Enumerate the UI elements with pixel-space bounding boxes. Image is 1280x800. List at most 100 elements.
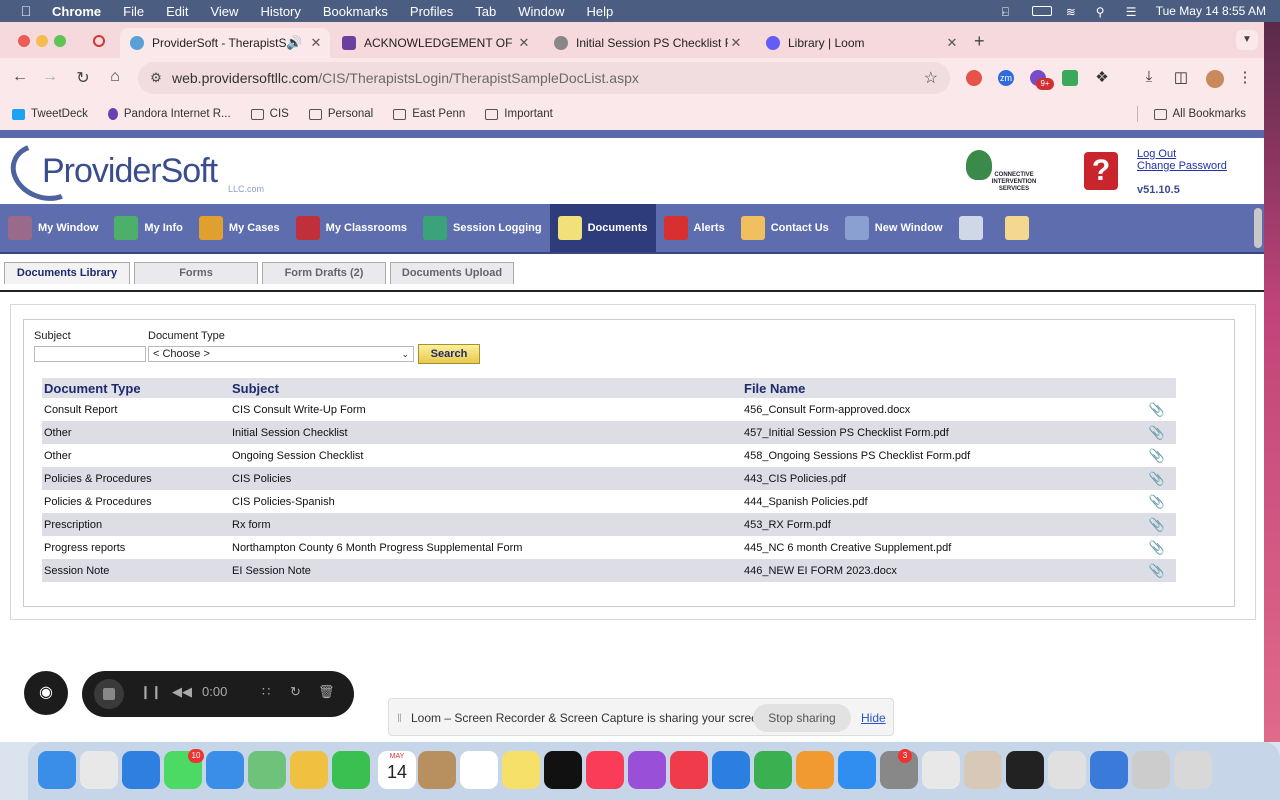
drag-handle-icon[interactable]: ∷: [262, 684, 270, 700]
app-store-app-icon[interactable]: [838, 751, 876, 789]
archive-app-icon[interactable]: [1048, 751, 1086, 789]
safari-app-icon[interactable]: [122, 751, 160, 789]
menubar-clock[interactable]: Tue May 14 8:55 AM: [1156, 4, 1266, 18]
file-name-cell[interactable]: 443_CIS Policies.pdf: [742, 467, 1136, 490]
home-icon[interactable]: ⌂: [105, 68, 125, 86]
tab-acknowledgement[interactable]: ACKNOWLEDGEMENT OF RE ✕: [332, 28, 538, 58]
mail-app-icon[interactable]: [206, 751, 244, 789]
nav-notes[interactable]: [997, 204, 1043, 252]
bookmark-pandora[interactable]: Pandora Internet R...: [107, 108, 231, 120]
maps-app-icon[interactable]: [248, 751, 286, 789]
tab-form-drafts[interactable]: Form Drafts (2): [262, 262, 386, 284]
page-scrollbar[interactable]: [1254, 208, 1262, 248]
side-panel-icon[interactable]: ◫: [1172, 68, 1190, 86]
menu-app-name[interactable]: Chrome: [52, 4, 101, 19]
file-name-cell[interactable]: 445_NC 6 month Creative Supplement.pdf: [742, 536, 1136, 559]
extensions-puzzle-icon[interactable]: ❖: [1093, 68, 1111, 86]
bookmark-tweetdeck[interactable]: TweetDeck: [12, 108, 88, 120]
nav-contact-us[interactable]: Contact Us: [733, 204, 837, 252]
stop-sharing-button[interactable]: Stop sharing: [753, 704, 851, 732]
rewind-icon[interactable]: ◀◀: [172, 684, 192, 700]
tab-audio-icon[interactable]: 🔊: [286, 35, 302, 51]
loom-stop-button[interactable]: [94, 679, 124, 709]
table-row[interactable]: Session Note EI Session Note 446_NEW EI FO…: [42, 559, 1176, 582]
nav-documents[interactable]: Documents: [549, 204, 656, 252]
table-row[interactable]: Consult Report CIS Consult Write-Up Form 4…: [42, 398, 1176, 421]
battery-icon[interactable]: [1031, 6, 1052, 16]
control-center-icon[interactable]: ☰: [1126, 5, 1142, 19]
paperclip-icon[interactable]: 📎: [1136, 421, 1176, 444]
bookmark-folder-east-penn[interactable]: East Penn: [393, 108, 465, 120]
music-app-icon[interactable]: [586, 751, 624, 789]
menu-bookmarks[interactable]: Bookmarks: [323, 4, 388, 19]
paperclip-icon[interactable]: 📎: [1136, 559, 1176, 582]
table-row[interactable]: Other Ongoing Session Checklist 458_Ongoin…: [42, 444, 1176, 467]
paperclip-icon[interactable]: 📎: [1136, 444, 1176, 467]
file-name-cell[interactable]: 456_Consult Form-approved.docx: [742, 398, 1136, 421]
nav-new-window[interactable]: New Window: [837, 204, 951, 252]
file-name-cell[interactable]: 458_Ongoing Sessions PS Checklist Form.p…: [742, 444, 1136, 467]
document-type-select[interactable]: < Choose > ⌄: [148, 346, 414, 362]
terminal-app-icon[interactable]: [1006, 751, 1044, 789]
paperclip-icon[interactable]: 📎: [1136, 536, 1176, 559]
logout-link[interactable]: Log Out: [1137, 148, 1227, 160]
menu-edit[interactable]: Edit: [166, 4, 188, 19]
address-bar[interactable]: ⚙ web.providersoftllc.com/CIS/Therapists…: [138, 62, 950, 94]
menu-window[interactable]: Window: [518, 4, 564, 19]
apple-tv-app-icon[interactable]: [544, 751, 582, 789]
bookmark-star-icon[interactable]: ☆: [924, 68, 938, 88]
keynote-app-icon[interactable]: [712, 751, 750, 789]
bookmark-folder-cis[interactable]: CIS: [250, 108, 289, 120]
close-window-button[interactable]: [18, 35, 30, 47]
tab-documents-upload[interactable]: Documents Upload: [390, 262, 514, 284]
apple-menu-icon[interactable]: : [16, 3, 36, 19]
table-row[interactable]: Policies & Procedures CIS Policies 443_CIS…: [42, 467, 1176, 490]
trash-app-icon[interactable]: [1174, 751, 1212, 789]
profile-avatar[interactable]: [1206, 70, 1224, 88]
drag-handle-icon[interactable]: ‖: [397, 711, 402, 725]
zoom-extension-icon[interactable]: zm: [998, 70, 1014, 86]
menu-profiles[interactable]: Profiles: [410, 4, 453, 19]
news-app-icon[interactable]: [670, 751, 708, 789]
pages-app-icon[interactable]: [796, 751, 834, 789]
notes-app-icon[interactable]: [502, 751, 540, 789]
paperclip-icon[interactable]: 📎: [1136, 490, 1176, 513]
trash-icon[interactable]: 🗑: [318, 684, 335, 700]
tab-forms[interactable]: Forms: [134, 262, 258, 284]
menu-view[interactable]: View: [210, 4, 238, 19]
subject-input[interactable]: [34, 346, 146, 362]
providersoft-logo[interactable]: ProviderSoft LLC.com: [2, 133, 270, 211]
nav-calculator[interactable]: [951, 204, 997, 252]
search-button[interactable]: Search: [418, 344, 480, 364]
header-file-name[interactable]: File Name: [742, 378, 1136, 398]
close-tab-icon[interactable]: ✕: [308, 35, 324, 51]
disk-utility-app-icon[interactable]: [964, 751, 1002, 789]
reload-icon[interactable]: ↻: [73, 68, 93, 88]
loom-extension-icon[interactable]: [966, 70, 982, 86]
loom-recording-icon[interactable]: [93, 35, 105, 47]
podcasts-app-icon[interactable]: [628, 751, 666, 789]
globe-app-icon[interactable]: [1090, 751, 1128, 789]
spotlight-search-icon[interactable]: ⚲: [1096, 5, 1112, 19]
file-name-cell[interactable]: 457_Initial Session PS Checklist Form.pd…: [742, 421, 1136, 444]
facetime-app-icon[interactable]: [332, 751, 370, 789]
table-row[interactable]: Policies & Procedures CIS Policies-Spanis…: [42, 490, 1176, 513]
zoom-window-button[interactable]: [54, 35, 66, 47]
close-tab-icon[interactable]: ✕: [944, 35, 960, 51]
paperclip-icon[interactable]: 📎: [1136, 467, 1176, 490]
bookmark-folder-important[interactable]: Important: [485, 108, 553, 120]
bookmark-folder-personal[interactable]: Personal: [308, 108, 373, 120]
menu-tab[interactable]: Tab: [475, 4, 496, 19]
all-bookmarks[interactable]: All Bookmarks: [1136, 98, 1246, 130]
help-viewer-app-icon[interactable]: [1132, 751, 1170, 789]
site-info-icon[interactable]: ⚙: [148, 70, 164, 86]
url-text[interactable]: web.providersoftllc.com/CIS/TherapistsLo…: [172, 70, 639, 86]
tab-documents-library[interactable]: Documents Library: [4, 262, 130, 284]
calendar-app-icon[interactable]: MAY 14: [378, 751, 416, 789]
tab-providersoft[interactable]: ProviderSoft - TherapistS 🔊 ✕: [120, 28, 330, 58]
tab-search-chevron-down-icon[interactable]: ▼: [1236, 30, 1258, 50]
file-name-cell[interactable]: 453_RX Form.pdf: [742, 513, 1136, 536]
nav-my-info[interactable]: My Info: [106, 204, 191, 252]
header-document-type[interactable]: Document Type: [42, 378, 230, 398]
menu-help[interactable]: Help: [587, 4, 614, 19]
